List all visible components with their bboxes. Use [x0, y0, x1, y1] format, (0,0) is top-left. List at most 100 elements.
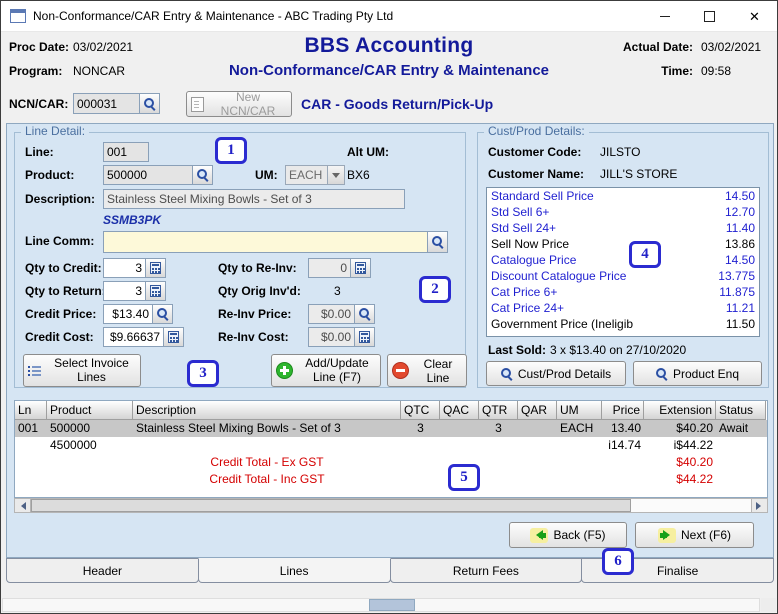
column-header-qac[interactable]: QAC [440, 401, 479, 420]
price-row[interactable]: Discount Catalogue Price 13.775 [487, 268, 759, 284]
qty-return-calc-button[interactable] [146, 281, 166, 301]
column-header-qtr[interactable]: QTR [479, 401, 518, 420]
ncn-input[interactable] [73, 93, 140, 114]
cell-qtr [479, 454, 518, 471]
reinv-price-input[interactable] [308, 304, 355, 324]
search-icon [156, 308, 169, 320]
search-icon [655, 367, 668, 380]
window-scroll-thumb[interactable] [369, 599, 415, 611]
qty-credit-field [103, 258, 166, 278]
window-title: Non-Conformance/CAR Entry & Maintenance … [33, 9, 394, 23]
column-header-qtc[interactable]: QTC [401, 401, 440, 420]
new-ncn-button[interactable]: New NCN/CAR [186, 90, 292, 118]
qty-credit-calc-button[interactable] [146, 258, 166, 278]
price-row[interactable]: Cat Price 6+ 11.875 [487, 284, 759, 300]
price-row[interactable]: Cat Price 24+ 11.21 [487, 300, 759, 316]
reinv-cost-field [308, 327, 375, 347]
reinv-price-label: Re-Inv Price: [218, 307, 292, 321]
credit-price-input[interactable] [103, 304, 153, 324]
maximize-button[interactable] [687, 1, 732, 31]
credit-cost-input[interactable] [103, 327, 164, 347]
cell-um: EACH [560, 421, 594, 435]
tab-header[interactable]: Header [6, 558, 199, 583]
price-row[interactable]: Std Sell 24+ 11.40 [487, 220, 759, 236]
cell-qar [518, 454, 557, 471]
description-input[interactable] [103, 189, 405, 209]
cell-price [602, 454, 644, 471]
scroll-left-button[interactable] [15, 499, 31, 512]
credit-cost-calc-button[interactable] [164, 327, 184, 347]
um-combo[interactable]: EACH [285, 165, 345, 185]
column-header-product[interactable]: Product [47, 401, 133, 420]
reinv-price-search-button[interactable] [355, 304, 375, 324]
scroll-right-icon [756, 501, 765, 510]
calculator-icon [359, 331, 370, 343]
column-header-description[interactable]: Description [133, 401, 401, 420]
price-row[interactable]: Sell Now Price 13.86 [487, 236, 759, 252]
callout-2: 2 [419, 276, 451, 303]
table-row-secondary[interactable]: 4500000 i14.74 i$44.22 [15, 437, 767, 454]
ncn-search-button[interactable] [140, 93, 160, 114]
app-title: BBS Accounting [304, 34, 474, 57]
cust-prod-details-button[interactable]: Cust/Prod Details [486, 361, 626, 386]
um-value: EACH [289, 168, 323, 182]
clear-line-button[interactable]: Clear Line [387, 354, 467, 387]
line-input[interactable] [103, 142, 149, 162]
select-invoice-lines-button[interactable]: Select Invoice Lines [23, 354, 141, 387]
price-row[interactable]: Standard Sell Price 14.50 [487, 188, 759, 204]
line-comm-search-button[interactable] [428, 231, 448, 253]
product-input[interactable] [103, 165, 193, 185]
cell-description: Stainless Steel Mixing Bowls - Set of 3 [136, 421, 341, 435]
column-header-status[interactable]: Status [716, 401, 766, 420]
window-hscrollbar[interactable] [2, 598, 760, 612]
reinv-cost-calc-button[interactable] [355, 327, 375, 347]
cell-status: Await [719, 421, 749, 435]
price-row[interactable]: Catalogue Price 14.50 [487, 252, 759, 268]
callout-3: 3 [187, 360, 219, 387]
price-value: 14.50 [724, 189, 755, 203]
total-value: $40.20 [676, 455, 713, 469]
column-header-ln[interactable]: Ln [15, 401, 47, 420]
price-value: 12.70 [724, 205, 755, 219]
last-sold-label: Last Sold: [488, 343, 547, 357]
clear-icon [392, 362, 409, 379]
qty-credit-input[interactable] [103, 258, 146, 278]
credit-price-field [103, 304, 173, 324]
next-button[interactable]: Next (F6) [635, 522, 754, 548]
qty-reinv-input[interactable] [308, 258, 351, 278]
tab-lines[interactable]: Lines [197, 558, 391, 583]
reinv-cost-input[interactable] [308, 327, 355, 347]
lines-table: Ln Product Description QTC QAC QTR QAR U… [14, 400, 768, 498]
price-row[interactable]: Government Price (Ineligib 11.50 [487, 316, 759, 332]
cell-qac [440, 437, 479, 454]
close-button[interactable]: ✕ [732, 1, 777, 31]
line-comm-input[interactable] [103, 231, 428, 253]
scroll-thumb[interactable] [31, 499, 631, 512]
product-search-button[interactable] [193, 165, 213, 185]
qty-return-input[interactable] [103, 281, 146, 301]
credit-price-search-button[interactable] [153, 304, 173, 324]
line-field [103, 142, 149, 162]
actual-date-value: 03/02/2021 [701, 40, 762, 54]
column-header-price[interactable]: Price [602, 401, 644, 420]
price-row[interactable]: Std Sell 6+ 12.70 [487, 204, 759, 220]
calculator-icon [150, 285, 161, 297]
column-header-extension[interactable]: Extension [644, 401, 716, 420]
scroll-track[interactable] [31, 499, 751, 512]
qty-reinv-calc-button[interactable] [351, 258, 371, 278]
product-label: Product: [25, 168, 75, 182]
scroll-right-button[interactable] [751, 499, 767, 512]
minimize-button[interactable] [642, 1, 687, 31]
qty-orig-value: 3 [334, 284, 341, 298]
um-dropdown-button[interactable] [327, 166, 344, 184]
cell-um [557, 454, 602, 471]
column-header-um[interactable]: UM [557, 401, 602, 420]
product-enq-button[interactable]: Product Enq [633, 361, 762, 386]
table-row[interactable]: 001 500000 Stainless Steel Mixing Bowls … [15, 420, 767, 437]
back-button[interactable]: Back (F5) [509, 522, 627, 548]
add-update-line-button[interactable]: Add/Update Line (F7) [271, 354, 381, 387]
tab-return-fees[interactable]: Return Fees [389, 558, 583, 583]
price-label: Government Price (Ineligib [491, 317, 634, 331]
add-icon [276, 362, 293, 379]
column-header-qar[interactable]: QAR [518, 401, 557, 420]
